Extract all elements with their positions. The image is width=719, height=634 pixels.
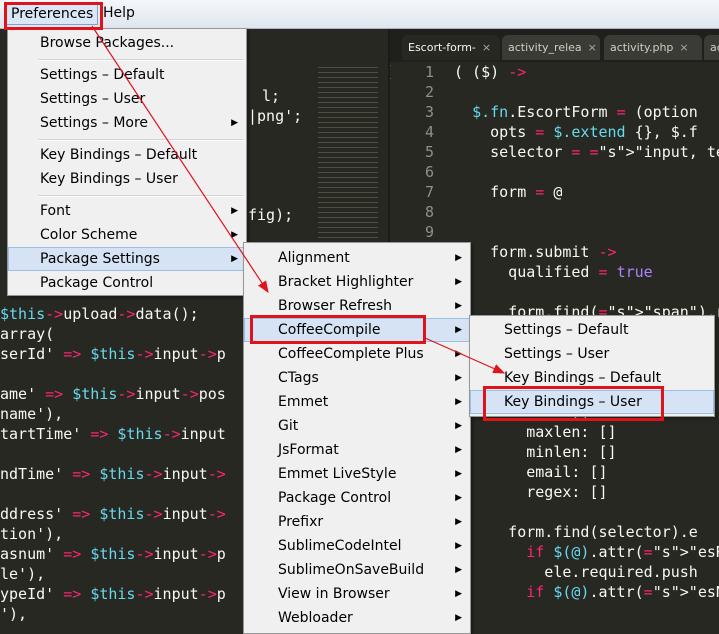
arrow-to-key-bindings	[424, 337, 506, 374]
annotation-arrows	[91, 25, 506, 374]
arrow-to-coffeecompile	[91, 25, 269, 294]
